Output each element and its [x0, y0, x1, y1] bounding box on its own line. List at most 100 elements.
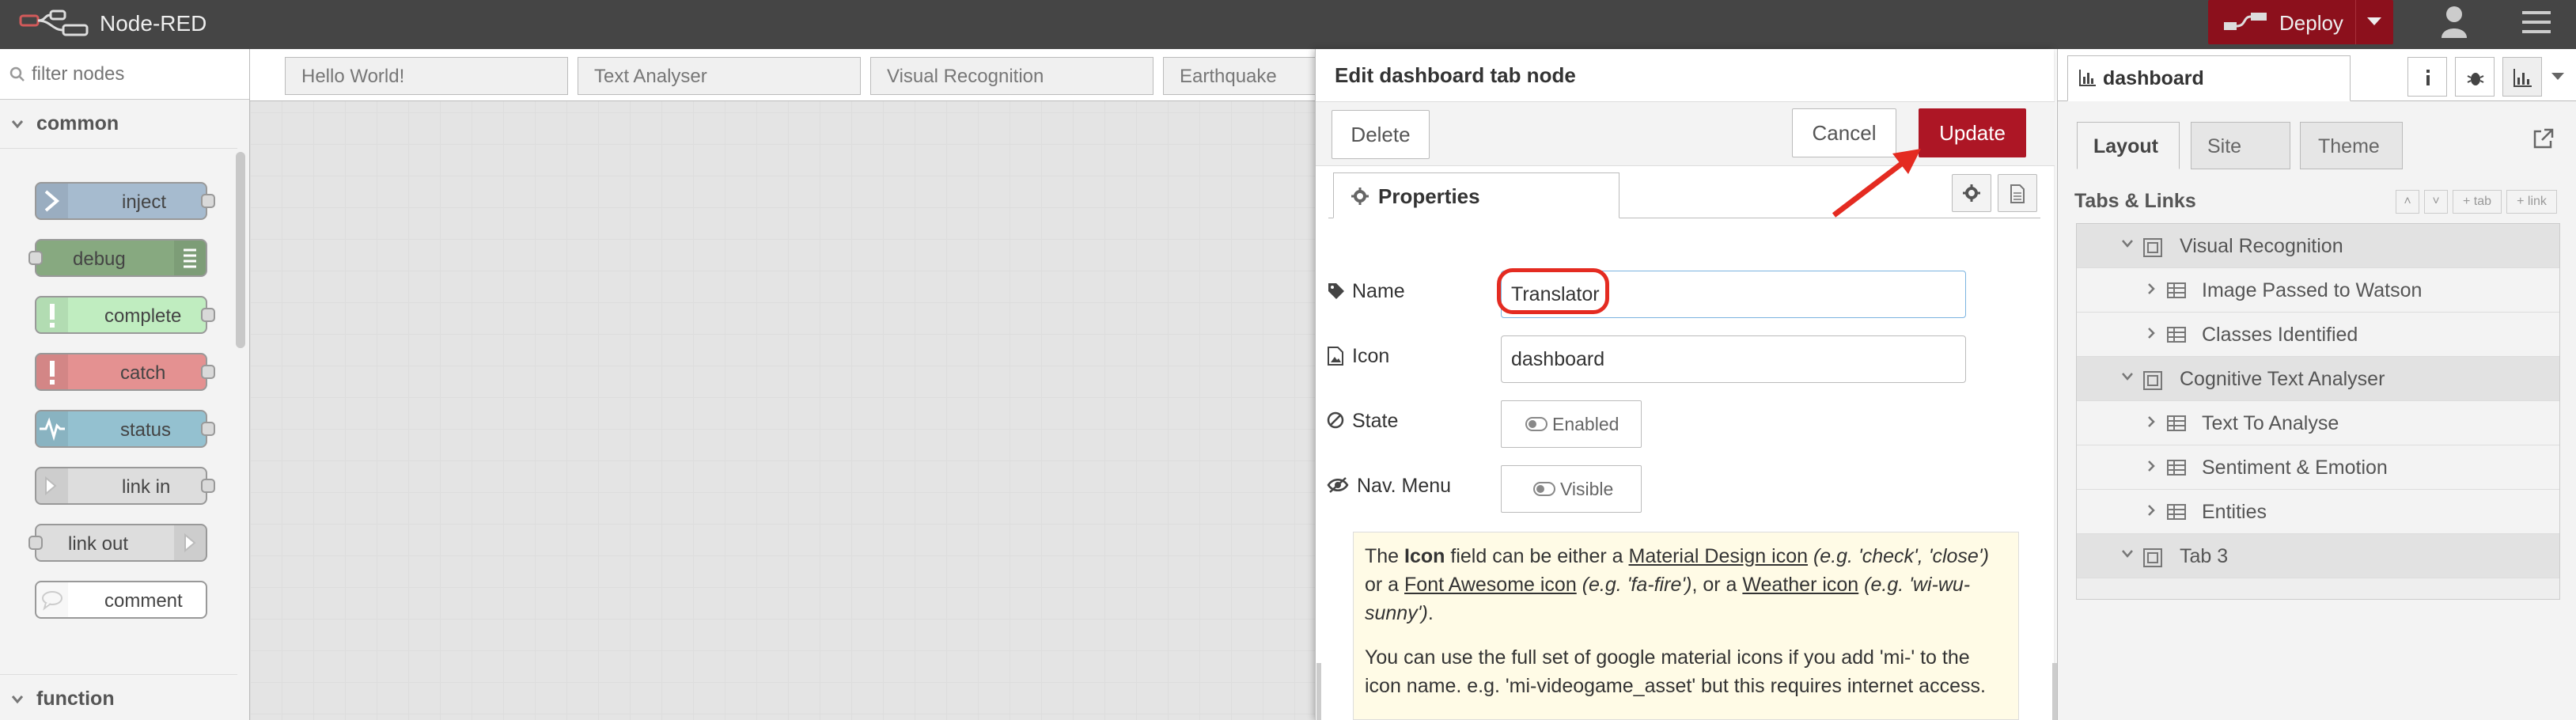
deploy-menu-button[interactable]	[2355, 0, 2393, 44]
output-port	[201, 365, 215, 379]
tree-label: Sentiment & Emotion	[2202, 457, 2388, 479]
tab-label: Hello World!	[301, 66, 405, 87]
delete-button[interactable]: Delete	[1332, 110, 1430, 159]
output-port	[201, 422, 215, 436]
help-text: The	[1365, 545, 1405, 567]
dashboard-tab-icon	[2143, 548, 2162, 567]
app-title: Node-RED	[100, 11, 207, 36]
category-function[interactable]: function	[0, 674, 237, 720]
help-text: or a	[1365, 574, 1405, 596]
external-link-icon[interactable]	[2532, 128, 2554, 150]
tab-label: Site	[2207, 135, 2242, 157]
chevron-down-icon	[2122, 550, 2133, 558]
nav-menu-toggle[interactable]: Visible	[1501, 465, 1642, 513]
tree-label: Cognitive Text Analyser	[2180, 368, 2385, 390]
tab-label: Theme	[2318, 135, 2380, 157]
output-port	[201, 194, 215, 208]
ban-icon	[1327, 411, 1344, 429]
link-out-icon	[174, 525, 206, 560]
node-label: link out	[68, 533, 129, 555]
palette-node-debug[interactable]: debug	[28, 239, 207, 277]
tree-tab-row[interactable]: Visual Recognition	[2077, 224, 2559, 268]
tree-group-row[interactable]: Classes Identified	[2077, 313, 2559, 357]
sidebar-tab-debug[interactable]	[2455, 57, 2495, 97]
node-settings-button[interactable]	[1952, 174, 1991, 212]
workspace-tab[interactable]: Visual Recognition	[870, 57, 1154, 95]
info-icon	[2426, 70, 2430, 85]
table-icon	[2167, 327, 2186, 343]
help-example: (e.g. 'check', 'close')	[1808, 545, 1989, 567]
table-icon	[2167, 504, 2186, 520]
weather-icon-link[interactable]: Weather icon	[1742, 574, 1858, 596]
state-value: Enabled	[1552, 414, 1619, 434]
node-label: inject	[122, 191, 167, 213]
palette-node-catch[interactable]: catch	[35, 353, 215, 391]
palette-node-comment[interactable]: comment	[35, 581, 207, 619]
tree-label: Text To Analyse	[2202, 412, 2339, 434]
category-common[interactable]: common	[0, 100, 237, 149]
filter-nodes-input[interactable]	[30, 60, 236, 89]
node-description-button[interactable]	[1998, 174, 2037, 212]
help-paragraph: The Icon field can be either a Material …	[1365, 542, 2009, 627]
user-icon[interactable]	[2440, 5, 2468, 41]
tab-properties[interactable]: Properties	[1333, 172, 1619, 218]
bar-chart-icon	[2513, 69, 2532, 87]
workspace-tab[interactable]: Hello World!	[285, 57, 568, 95]
caret-down-icon[interactable]	[2551, 73, 2564, 80]
deploy-label: Deploy	[2279, 11, 2343, 35]
node-label: complete	[104, 305, 182, 327]
state-label: State	[1352, 410, 1399, 432]
dashboard-tab-icon	[2143, 238, 2162, 257]
palette-search	[0, 49, 249, 100]
exclamation-icon	[36, 354, 68, 389]
expand-down-button[interactable]: ˅	[2424, 190, 2448, 214]
icon-input[interactable]: dashboard	[1501, 335, 1966, 383]
hamburger-menu-icon[interactable]	[2521, 8, 2552, 36]
state-toggle[interactable]: Enabled	[1501, 400, 1642, 448]
font-awesome-link[interactable]: Font Awesome icon	[1404, 574, 1577, 596]
update-button[interactable]: Update	[1919, 108, 2026, 157]
toggle-icon	[1525, 417, 1547, 431]
tab-site[interactable]: Site	[2191, 122, 2290, 169]
category-label: function	[36, 688, 115, 710]
add-tab-button[interactable]: + tab	[2453, 190, 2502, 214]
sidebar-tabs: dashboard	[2058, 49, 2576, 101]
tree-group-row[interactable]: Sentiment & Emotion	[2077, 445, 2559, 490]
palette-node-status[interactable]: status	[35, 410, 215, 448]
icon-help-box: The Icon field can be either a Material …	[1353, 532, 2019, 720]
node-red-logo-icon	[19, 9, 89, 36]
palette-node-link-out[interactable]: link out	[28, 524, 207, 562]
flow-workspace[interactable]: Hello World! Text Analyser Visual Recogn…	[250, 49, 1321, 720]
palette-scrollbar[interactable]	[236, 152, 245, 348]
tree-tab-row[interactable]: Cognitive Text Analyser	[2077, 357, 2559, 401]
deploy-icon	[2224, 13, 2267, 30]
add-link-button[interactable]: + link	[2506, 190, 2557, 214]
sidebar-tab-dashboard[interactable]: dashboard	[2067, 55, 2351, 101]
tree-tab-row[interactable]: Tab 3	[2077, 534, 2559, 578]
tab-theme[interactable]: Theme	[2300, 122, 2403, 169]
tree-group-row[interactable]: Image Passed to Watson	[2077, 268, 2559, 313]
palette-node-inject[interactable]: inject	[35, 182, 215, 220]
chevron-down-icon	[11, 695, 24, 704]
file-text-icon	[2010, 184, 2025, 203]
workspace-tab[interactable]: Earthquake	[1163, 57, 1321, 95]
sidebar-tab-dashboard-icon[interactable]	[2502, 57, 2542, 97]
material-design-link[interactable]: Material Design icon	[1629, 545, 1809, 567]
sidebar-tab-info[interactable]	[2407, 57, 2447, 97]
output-port	[201, 479, 215, 493]
workspace-tab[interactable]: Text Analyser	[578, 57, 861, 95]
table-icon	[2167, 282, 2186, 298]
chevron-down-icon	[11, 120, 24, 129]
tree-label: Tab 3	[2180, 545, 2229, 567]
deploy-button[interactable]: Deploy	[2208, 0, 2393, 44]
tree-group-row[interactable]: Entities	[2077, 490, 2559, 534]
tab-layout[interactable]: Layout	[2077, 122, 2180, 169]
output-port	[201, 308, 215, 322]
tree-group-row[interactable]: Text To Analyse	[2077, 401, 2559, 445]
tree-label: Entities	[2202, 501, 2267, 523]
palette-node-link-in[interactable]: link in	[35, 467, 215, 505]
help-text: field can be either a	[1445, 545, 1629, 567]
tree-label: Classes Identified	[2202, 324, 2358, 346]
palette-node-complete[interactable]: complete	[35, 296, 215, 334]
collapse-up-button[interactable]: ˄	[2396, 190, 2419, 214]
